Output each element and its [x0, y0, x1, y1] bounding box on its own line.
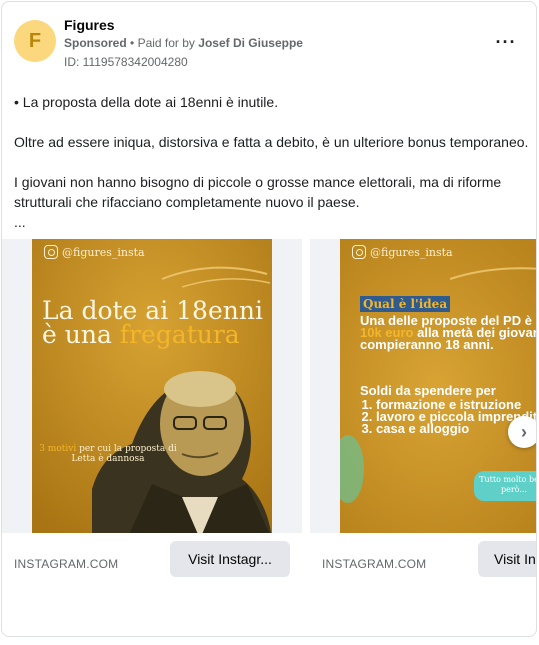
more-options-button[interactable]: ··· [494, 32, 518, 52]
ad-card: F Figures Sponsored • Paid for by Josef … [1, 1, 537, 637]
page-avatar[interactable]: F [14, 20, 56, 62]
post-body: • La proposta della dote ai 18enni è inu… [14, 92, 529, 232]
visit-instagram-button-2[interactable]: Visit Ins [478, 541, 536, 577]
more-horizontal-icon: ··· [495, 31, 517, 52]
poster-2-handle-text: @figures_insta [370, 245, 453, 259]
sponsored-label[interactable]: Sponsored [64, 36, 127, 50]
carousel-image-2[interactable]: @figures_insta Qual è l'idea Una delle p… [310, 239, 536, 533]
ad-id: ID: 1119578342004280 [64, 55, 188, 69]
carousel-card-1[interactable]: @figures_insta La dote ai 18enni è una f… [2, 239, 302, 636]
poster-1-artwork [32, 239, 272, 533]
link-domain-1[interactable]: INSTAGRAM.COM [14, 557, 118, 571]
see-more-ellipsis[interactable]: ... [14, 212, 529, 232]
post-header: F Figures Sponsored • Paid for by Josef … [2, 2, 536, 82]
carousel-footer-2: INSTAGRAM.COM Visit Ins [310, 533, 536, 636]
poster-1-sub-highlight: 3 motivi [39, 444, 77, 454]
separator-dot: • [130, 36, 138, 50]
page-name-link[interactable]: Figures [64, 17, 115, 33]
poster-2-list-intro: Soldi da spendere per [360, 383, 496, 398]
link-domain-2[interactable]: INSTAGRAM.COM [322, 557, 426, 571]
sponsored-line: Sponsored • Paid for by Josef Di Giusepp… [64, 36, 303, 50]
poster-1-title: La dote ai 18enni è una fregatura [42, 298, 267, 349]
chevron-right-icon: › [521, 421, 527, 442]
carousel-image-1[interactable]: @figures_insta La dote ai 18enni è una f… [2, 239, 302, 533]
body-line-2: Oltre ad essere iniqua, distorsiva e fat… [14, 134, 529, 150]
poster-1-handle: @figures_insta [44, 245, 145, 259]
poster-1-handle-text: @figures_insta [62, 245, 145, 259]
poster-2-text: Una delle proposte del PD è dare 10k eur… [360, 314, 536, 351]
instagram-icon [352, 245, 366, 259]
poster-2-speech-bubble: Tutto molto bello però... [474, 471, 536, 501]
carousel-card-2[interactable]: @figures_insta Qual è l'idea Una delle p… [310, 239, 536, 636]
paid-for-by-label: Paid for by [137, 36, 195, 50]
poster-1-subtitle: 3 motivi per cui la proposta di Letta è … [38, 444, 178, 464]
payer-name: Josef Di Giuseppe [198, 36, 303, 50]
ad-carousel: @figures_insta La dote ai 18enni è una f… [2, 239, 536, 636]
poster-1: @figures_insta La dote ai 18enni è una f… [32, 239, 272, 533]
body-line-3: I giovani non hanno bisogno di piccole o… [14, 174, 502, 210]
instagram-icon [44, 245, 58, 259]
poster-1-title-highlight: fregatura [119, 320, 240, 349]
visit-instagram-button-1[interactable]: Visit Instagr... [170, 541, 290, 577]
carousel-next-button[interactable]: › [508, 416, 536, 448]
carousel-footer-1: INSTAGRAM.COM Visit Instagr... [2, 533, 302, 636]
body-line-1: • La proposta della dote ai 18enni è inu… [14, 94, 279, 110]
poster-2-handle: @figures_insta [352, 245, 453, 259]
poster-1-sub-text: per cui la proposta di Letta è dannosa [71, 444, 177, 464]
poster-2: @figures_insta Qual è l'idea Una delle p… [340, 239, 536, 533]
poster-2-tag: Qual è l'idea [360, 296, 451, 312]
